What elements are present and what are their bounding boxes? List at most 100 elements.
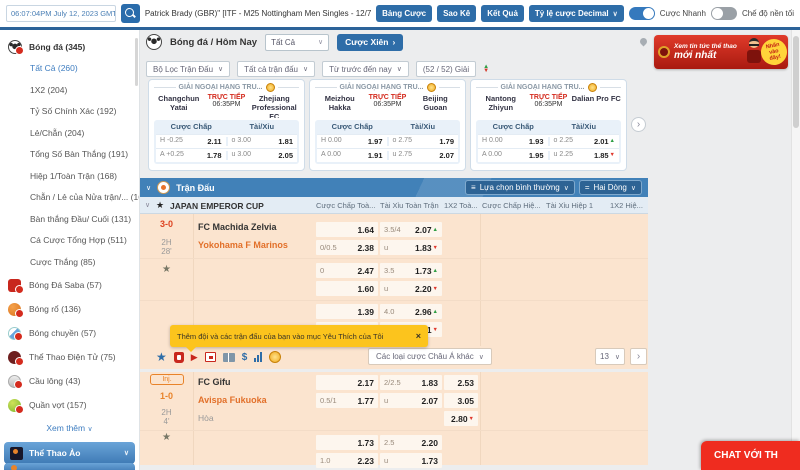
bet-slip-button[interactable]: Bảng Cược [376,5,432,22]
odds-cell[interactable]: 2.52.20 [380,435,442,450]
odds-row[interactable]: H 0.001.93 o 2.252.01 [478,134,619,148]
odds-cell[interactable]: 2.17 [316,375,378,390]
league-count-button[interactable]: (52 / 52) Giải [416,61,476,77]
cards-next-button[interactable]: › [631,117,646,132]
search-input[interactable]: Patrick Brady (GBR)" [ITF - M25 Nottingh… [145,9,371,18]
odds-cell[interactable]: 2/2.51.83 [380,375,442,390]
dollar-icon[interactable]: $ [242,352,248,363]
sidebar-item-saba-soccer[interactable]: Bóng Đá Saba (57) [0,273,139,297]
odds-format-select[interactable]: Tỷ lệ cược Decimal ∨ [529,5,624,22]
sidebar-item-outright[interactable]: Cược Thắng (85) [0,252,139,274]
odds-cell[interactable]: 4.02.96 [380,304,442,319]
odds-cell[interactable]: 3.51.73 [380,263,442,278]
odds-cell[interactable]: 1.73 [316,435,378,450]
favorite-star-icon[interactable]: ★ [140,264,193,275]
odds-cell[interactable]: 1.60 [316,281,378,296]
show-more-link[interactable]: Xem thêm ∨ [0,417,139,439]
search-icon[interactable] [121,4,140,23]
sidebar-item-football[interactable]: Bóng đá (345) [0,36,139,58]
time-filter-select[interactable]: Tất Cả ∨ [265,34,329,51]
league-name: JAPAN EMPEROR CUP [170,201,264,211]
column-header: Cược Chấp Hiệ... [482,201,544,210]
chevron-down-icon: ∨ [479,353,484,361]
jersey-icon[interactable] [174,352,184,363]
sidebar-item-all[interactable]: Tất Cả (260) [0,58,139,80]
odds-cell[interactable]: 2.53 [444,375,478,390]
results-button[interactable]: Kết Quả [481,5,524,22]
sort-icon[interactable]: ▲▼ [483,65,489,73]
sidebar-scrollbar[interactable] [135,38,138,86]
odds-cell[interactable]: 1.64 [316,222,378,237]
odds-cell[interactable]: 0.5/11.77 [316,393,378,408]
basketball-icon [8,303,21,316]
draw-label: Hòa [198,413,214,423]
view-mode-select[interactable]: ≡ Lựa chọn bình thường ∨ [465,180,575,195]
parlay-button[interactable]: Cược Xiên › [337,34,403,51]
odds-cell[interactable]: 3.05 [444,393,478,408]
sidebar-item-correct-score[interactable]: Tỷ Số Chính Xác (192) [0,101,139,123]
sidebar-item-1x2[interactable]: 1X2 (204) [0,80,139,102]
dark-mode-toggle[interactable] [711,7,737,20]
odds-cell[interactable]: 2.80 [444,411,478,426]
chat-button[interactable]: CHAT VỚI TH [701,441,800,470]
odds-value: 1.81 [278,137,293,146]
handicap-label: 1.0 [320,456,330,465]
pitch-icon[interactable] [223,353,235,362]
odds-cell[interactable]: u1.83 [380,240,442,255]
sidebar-item-basketball[interactable]: Bóng rổ (136) [0,297,139,321]
gold-coin-icon [427,83,436,92]
page-count-select[interactable]: 13 ∨ [595,348,625,365]
news-ad-banner[interactable]: Xem tin tức thể thao mới nhất Nhấn vào đ… [654,35,788,69]
odds-cell[interactable]: u1.73 [380,453,442,468]
sidebar-item-total-goals[interactable]: Tổng Số Bàn Thắng (191) [0,144,139,166]
odds-row[interactable]: A 0.001.95 u 2.251.85 [478,148,619,162]
odds-cell[interactable]: 3.5/42.07 [380,222,442,237]
odds-cell[interactable]: 0/0.52.38 [316,240,378,255]
ou-label: 3.5 [384,266,394,275]
odds-cell[interactable]: 02.47 [316,263,378,278]
quick-bet-toggle[interactable] [629,7,655,20]
sidebar-item-badminton[interactable]: Cầu lông (43) [0,369,139,393]
sidebar-item-ht-ft[interactable]: Hiệp 1/Toàn Trận (168) [0,166,139,188]
play-icon[interactable]: ▶ [191,352,198,363]
all-matches-select[interactable]: Tất cả trận đấu ∨ [237,61,315,77]
sidebar-item-esports[interactable]: Thể Thao Điện Tử (75) [0,345,139,369]
next-page-button[interactable]: › [630,348,647,365]
card-odds-panel: Cược Chấp Tài/Xỉu H 0.001.97 o 2.751.79 … [315,120,460,164]
statement-button[interactable]: Sao Kê [437,5,476,22]
favorite-star-icon[interactable]: ★ [156,200,164,211]
odds-cell[interactable]: u2.20 [380,281,442,296]
virtual-sports-icon [10,447,23,460]
collapse-chevron-icon[interactable]: ∨ [145,201,150,209]
home-team: Meizhou Hakka [315,94,365,118]
scrollbar-thumb[interactable] [793,36,799,128]
favorite-star-icon[interactable]: ★ [140,432,193,443]
sidebar-item-first-last-goal[interactable]: Bàn thắng Đầu/ Cuối (131) [0,209,139,231]
odds-row[interactable]: A +0.251.78 u 3.002.05 [156,148,297,162]
sidebar-item-mix-bets[interactable]: Cá Cược Tổng Hợp (511) [0,230,139,252]
lines-mode-select[interactable]: = Hai Dòng ∨ [579,180,642,195]
next-sports-banner[interactable] [4,463,135,470]
asian-bets-select[interactable]: Các loại cược Châu Á khác ∨ [368,348,492,365]
sidebar-item-tennis[interactable]: Quần vợt (157) [0,393,139,417]
odds-cell[interactable]: 1.39 [316,304,378,319]
time-range-select[interactable]: Từ trước đến nay ∨ [322,61,409,77]
time-range-label: Từ trước đến nay [329,65,392,74]
close-icon[interactable]: × [416,331,421,341]
coin-icon[interactable] [269,351,281,363]
odds-row[interactable]: A 0.001.91 u 2.752.07 [317,148,458,162]
sidebar-item-odd-even[interactable]: Lẻ/Chẵn (204) [0,123,139,145]
sidebar-item-volleyball[interactable]: Bóng chuyền (57) [0,321,139,345]
sidebar-item-half-odd-even[interactable]: Chẵn / Lẻ của Nửa trận/... (161) [0,187,139,209]
favorite-star-icon[interactable]: ★ [156,350,167,364]
odds-row[interactable]: H -0.252.11 o 3.001.81 [156,134,297,148]
match-filter-select[interactable]: Bộ Lọc Trận Đấu ∨ [146,61,230,77]
chart-icon[interactable] [254,352,262,362]
odds-cell[interactable]: 1.02.23 [316,453,378,468]
scoreboard-icon[interactable] [205,352,216,362]
collapse-chevron-icon[interactable]: ∨ [146,184,151,192]
virtual-sports-banner[interactable]: Thể Thao Ảo ∨ [4,442,135,464]
odds-cell[interactable]: u2.07 [380,393,442,408]
odds-value: 1.79 [439,137,454,146]
odds-row[interactable]: H 0.001.97 o 2.751.79 [317,134,458,148]
